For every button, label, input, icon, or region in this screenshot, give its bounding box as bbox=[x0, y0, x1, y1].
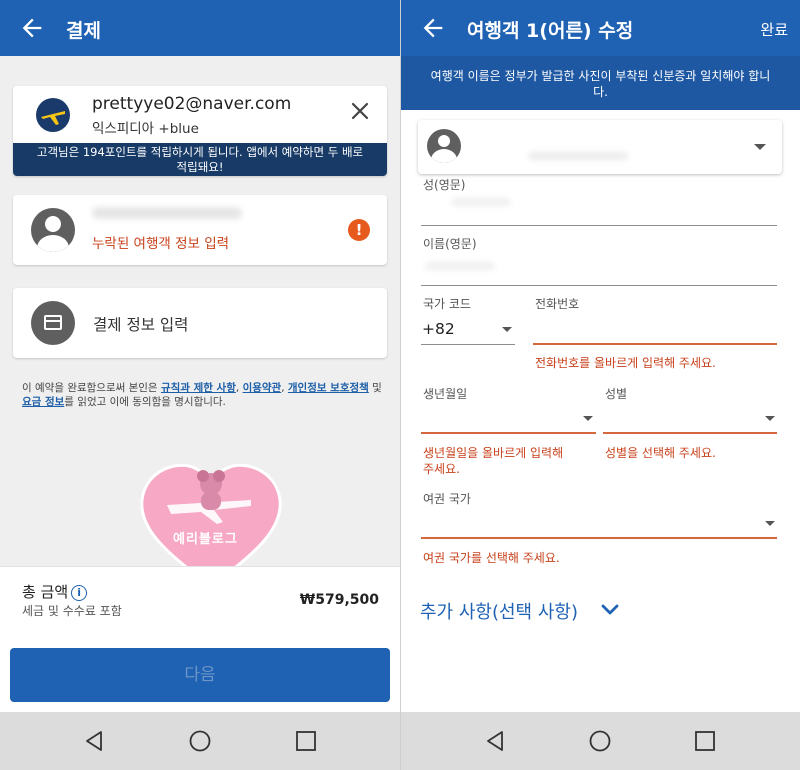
airplane-globe-icon bbox=[36, 98, 70, 132]
country-code-label: 국가 코드 bbox=[423, 297, 471, 311]
checkout-screen: 결제 prettyye02@naver.com 익스피디아 +blue 고객님은… bbox=[0, 0, 400, 770]
done-button[interactable]: 완료 bbox=[760, 19, 788, 40]
terms-separator: , bbox=[281, 382, 288, 394]
passport-country-label: 여권 국가 bbox=[423, 492, 471, 506]
chevron-down-icon bbox=[502, 327, 512, 332]
payment-info-label: 결제 정보 입력 bbox=[93, 316, 189, 334]
info-icon[interactable]: i bbox=[71, 585, 88, 601]
chevron-down-icon bbox=[765, 416, 775, 421]
terms-prefix: 이 예약을 완료함으로써 본인은 bbox=[22, 382, 161, 394]
country-code-field[interactable] bbox=[421, 344, 515, 345]
terms-separator: , bbox=[235, 382, 243, 394]
credit-card-icon bbox=[31, 301, 75, 345]
last-name-label: 성(영문) bbox=[423, 178, 466, 192]
avatar-icon bbox=[427, 129, 461, 163]
back-arrow-icon[interactable] bbox=[18, 14, 46, 42]
terms-separator: 및 bbox=[368, 382, 382, 394]
birth-date-error-2: 주세요. bbox=[423, 462, 460, 476]
price-summary: 총 금액 i 세금 및 수수료 포함 ₩579,500 bbox=[0, 566, 400, 628]
rules-link[interactable]: 규칙과 제한 사항 bbox=[161, 382, 236, 394]
terms-text: 이 예약을 완료함으로써 본인은 규칙과 제한 사항, 이용약관, 개인정보 보… bbox=[22, 381, 382, 409]
passport-country-error: 여권 국가를 선택해 주세요. bbox=[423, 551, 560, 565]
phone-field[interactable] bbox=[533, 343, 777, 345]
extra-info-toggle[interactable]: 추가 사항(선택 사항) bbox=[420, 598, 578, 624]
nav-back-icon[interactable] bbox=[82, 729, 106, 753]
first-name-label: 이름(영문) bbox=[423, 237, 477, 251]
birth-date-field[interactable] bbox=[421, 432, 596, 434]
last-name-field[interactable] bbox=[421, 225, 777, 226]
traveler-edit-screen: 여행객 1(어른) 수정 완료 여행객 이름은 정부가 발급한 사진이 부착된 … bbox=[401, 0, 800, 770]
passport-country-field[interactable] bbox=[421, 537, 777, 539]
back-arrow-icon[interactable] bbox=[419, 14, 447, 42]
nav-recent-icon[interactable] bbox=[693, 729, 717, 753]
gender-label: 성별 bbox=[605, 387, 628, 401]
close-icon[interactable] bbox=[349, 100, 371, 122]
nav-home-icon[interactable] bbox=[588, 729, 612, 753]
account-card: prettyye02@naver.com 익스피디아 +blue 고객님은 19… bbox=[13, 86, 387, 176]
blurred-name bbox=[92, 207, 242, 219]
edit-app-bar: 여행객 1(어른) 수정 완료 bbox=[401, 0, 800, 56]
promo-line-2: 적립돼요! bbox=[176, 160, 224, 174]
nav-back-icon[interactable] bbox=[483, 729, 507, 753]
points-promo-banner: 고객님은 194포인트를 적립하시게 됩니다. 앱에서 예약하면 두 배로 적립… bbox=[13, 143, 387, 176]
loyalty-program: 익스피디아 +blue bbox=[92, 121, 199, 137]
terms-of-use-link[interactable]: 이용약관 bbox=[243, 382, 282, 394]
chevron-down-icon bbox=[765, 521, 775, 526]
birth-date-error-1: 생년월일을 올바르게 입력해 bbox=[423, 446, 564, 460]
next-button[interactable]: 다음 bbox=[10, 648, 390, 702]
missing-traveler-info: 누락된 여행객 정보 입력 bbox=[92, 236, 230, 252]
gender-field[interactable] bbox=[603, 432, 777, 434]
first-name-field[interactable] bbox=[421, 285, 777, 286]
gender-error: 성별을 선택해 주세요. bbox=[605, 446, 716, 460]
phone-error: 전화번호를 올바르게 입력해 주세요. bbox=[535, 356, 716, 370]
avatar-icon bbox=[31, 208, 75, 252]
nav-home-icon[interactable] bbox=[188, 729, 212, 753]
payment-card[interactable]: 결제 정보 입력 bbox=[13, 288, 387, 358]
privacy-policy-link[interactable]: 개인정보 보호정책 bbox=[288, 382, 369, 394]
page-title: 결제 bbox=[66, 20, 101, 42]
birth-date-label: 생년월일 bbox=[423, 387, 468, 401]
page-title: 여행객 1(어른) 수정 bbox=[467, 20, 634, 42]
dropdown-caret-icon bbox=[754, 144, 766, 150]
blurred-first-name bbox=[425, 262, 495, 270]
phone-label: 전화번호 bbox=[535, 297, 580, 311]
tax-note: 세금 및 수수료 포함 bbox=[22, 604, 122, 618]
terms-suffix: 를 읽었고 이에 동의함을 명시합니다. bbox=[64, 396, 226, 408]
blurred-name bbox=[528, 152, 628, 160]
total-label: 총 금액 i bbox=[22, 581, 88, 602]
name-notice-banner: 여행객 이름은 정부가 발급한 사진이 부착된 신분증과 일치해야 합니다. bbox=[401, 56, 800, 110]
total-price: ₩579,500 bbox=[299, 592, 379, 608]
chevron-down-icon bbox=[583, 416, 593, 421]
watermark-text: 예리블로그 bbox=[173, 532, 238, 547]
promo-line-1: 고객님은 194포인트를 적립하시게 됩니다. 앱에서 예약하면 두 배로 bbox=[36, 145, 364, 159]
fare-info-link[interactable]: 요금 정보 bbox=[22, 396, 64, 408]
chevron-down-icon[interactable] bbox=[600, 600, 620, 620]
account-email: prettyye02@naver.com bbox=[92, 94, 292, 114]
checkout-app-bar: 결제 bbox=[0, 0, 400, 56]
blurred-last-name bbox=[451, 198, 511, 206]
traveler-card[interactable]: 누락된 여행객 정보 입력 ! bbox=[13, 195, 387, 265]
country-code-value: +82 bbox=[422, 320, 455, 338]
nav-recent-icon[interactable] bbox=[294, 729, 318, 753]
total-label-text: 총 금액 bbox=[22, 583, 69, 601]
alert-icon: ! bbox=[348, 219, 370, 241]
traveler-profile-select[interactable] bbox=[418, 120, 782, 174]
system-nav-bar bbox=[401, 712, 800, 770]
system-nav-bar bbox=[0, 712, 400, 770]
